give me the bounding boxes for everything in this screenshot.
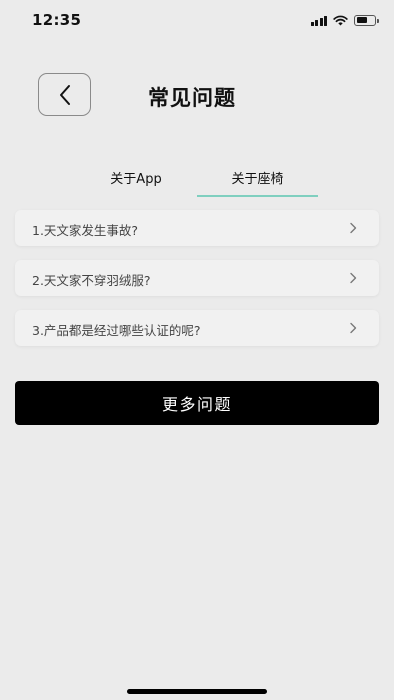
home-indicator[interactable]: [127, 689, 267, 694]
cellular-signal-icon: [310, 15, 327, 26]
tab-label: 关于App: [110, 172, 162, 187]
tab-about-app[interactable]: 关于App: [92, 164, 180, 198]
battery-icon: [354, 14, 379, 26]
more-questions-button[interactable]: 更多问题: [15, 381, 379, 425]
faq-item[interactable]: 1.天文家发生事故?: [15, 210, 379, 246]
back-button[interactable]: [38, 73, 91, 116]
chevron-left-icon: [59, 84, 70, 105]
tab-about-seat[interactable]: 关于座椅: [197, 164, 318, 198]
faq-question: 1.天文家发生事故?: [32, 223, 139, 238]
tab-label: 关于座椅: [231, 172, 284, 187]
status-icons: [310, 13, 379, 27]
status-time: 12:35: [32, 11, 82, 29]
status-bar: 12:35: [0, 0, 394, 44]
page-title: 常见问题: [148, 86, 236, 110]
faq-question: 3.产品都是经过哪些认证的呢?: [32, 323, 201, 338]
active-tab-indicator: [197, 195, 318, 197]
chevron-right-icon: [350, 322, 357, 334]
chevron-right-icon: [350, 222, 357, 234]
wifi-icon: [333, 15, 348, 25]
faq-list: 1.天文家发生事故? 2.天文家不穿羽绒服? 3.产品都是经过哪些认证的呢?: [15, 210, 379, 360]
faq-question: 2.天文家不穿羽绒服?: [32, 273, 151, 288]
tab-bar: 关于App 关于座椅: [0, 164, 394, 198]
faq-item[interactable]: 3.产品都是经过哪些认证的呢?: [15, 310, 379, 346]
chevron-right-icon: [350, 272, 357, 284]
faq-item[interactable]: 2.天文家不穿羽绒服?: [15, 260, 379, 296]
